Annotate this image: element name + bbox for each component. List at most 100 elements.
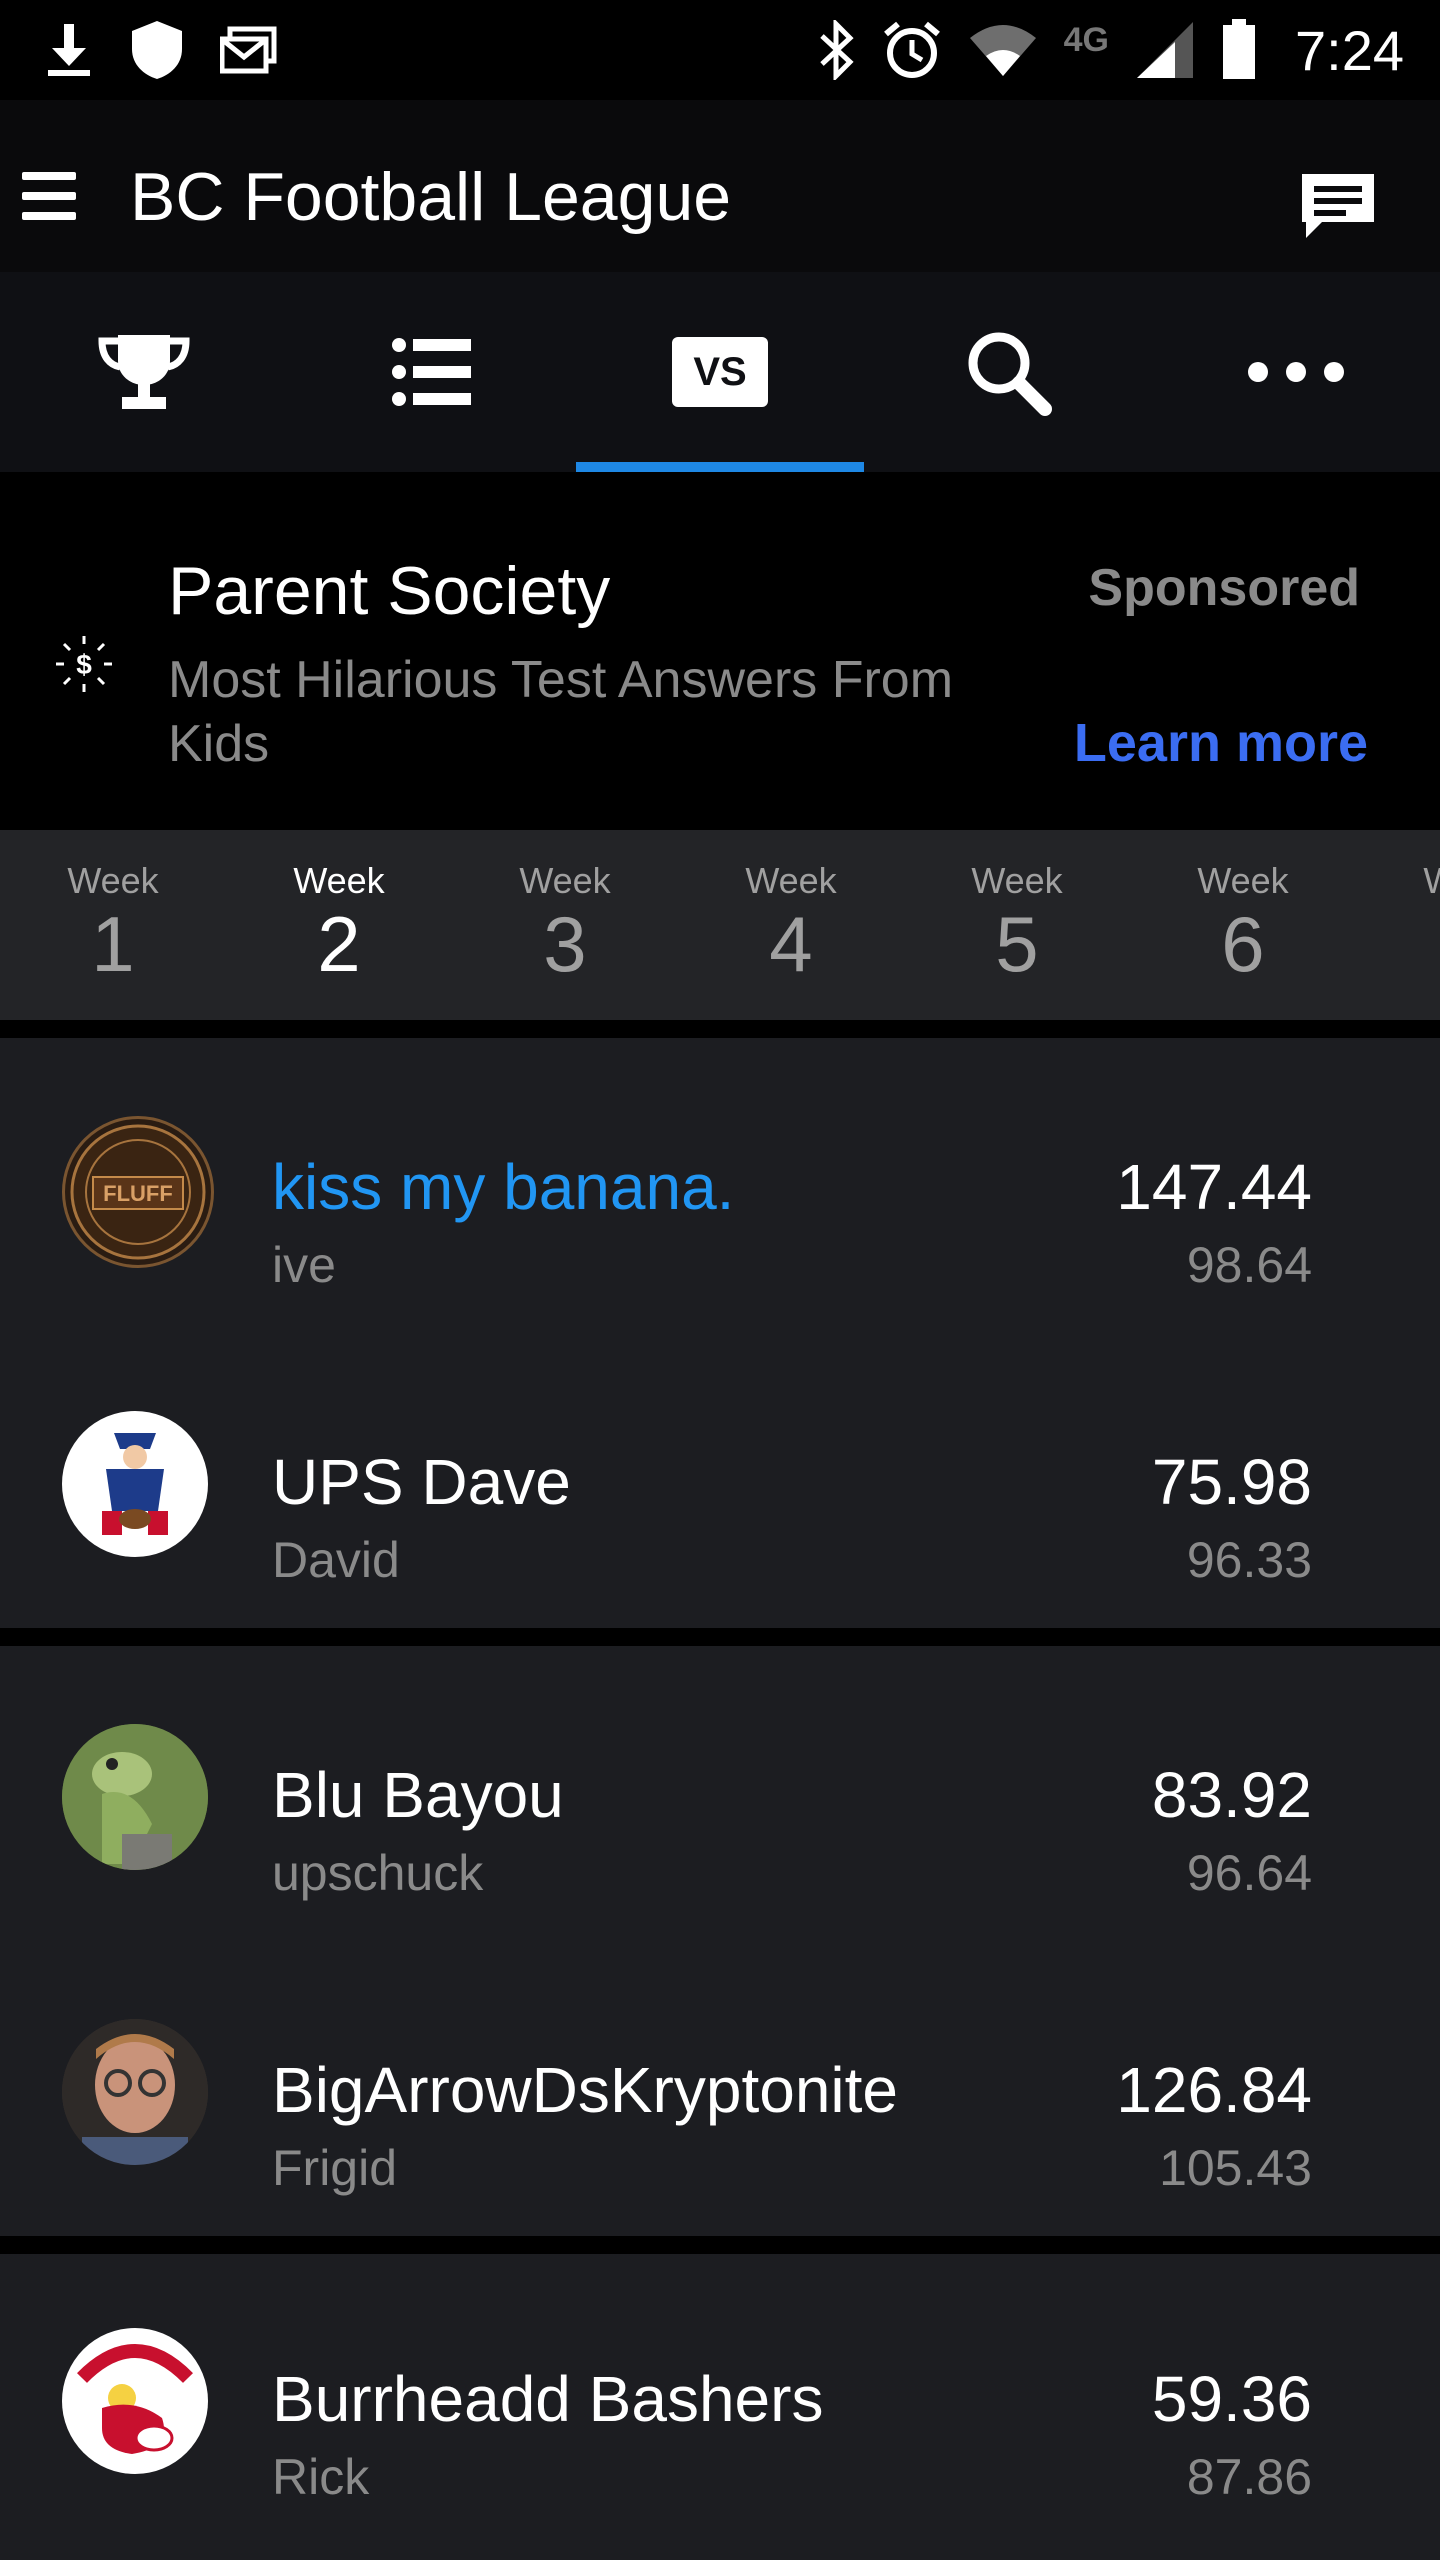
matchup-card[interactable]: Burrheadd Bashers Rick 59.36 87.86 (0, 2254, 1440, 2560)
signal-icon (1137, 22, 1193, 78)
ad-learn-more-link[interactable]: Learn more (1074, 712, 1368, 774)
mail-icon (220, 26, 277, 74)
trophy-icon (98, 335, 190, 409)
ad-sponsored-label: Sponsored (1088, 559, 1360, 617)
team-row[interactable]: BigArrowDsKryptonite Frigid 126.84 105.4… (0, 1941, 1440, 2236)
team-score: 75.98 (1151, 1446, 1312, 1518)
team-owner: Frigid (272, 2140, 398, 2196)
week-label: Week (745, 860, 837, 901)
ad-description: Most Hilarious Test Answers From Kids (168, 651, 954, 773)
chat-button[interactable] (1298, 170, 1378, 249)
week-label: Week (1379, 860, 1440, 902)
week-7-button[interactable]: Week 7 (1379, 860, 1440, 986)
team-name: UPS Dave (272, 1446, 571, 1518)
chat-icon (1302, 174, 1374, 238)
download-icon (48, 24, 90, 76)
week-label: Week (971, 860, 1063, 901)
vs-icon: VS (672, 337, 768, 407)
fluff-logo-icon: FLUFF (70, 1124, 206, 1260)
team-owner: Rick (272, 2449, 370, 2505)
patriots-logo-icon (63, 1412, 207, 1556)
divider (0, 1628, 1440, 1646)
bashers-logo-icon (63, 2329, 207, 2473)
person-photo-avatar (62, 2019, 208, 2165)
week-label: Week (519, 860, 611, 901)
sponsor-logo-icon: $ (56, 636, 112, 692)
week-label: Week (67, 860, 159, 901)
wifi-icon (969, 25, 1036, 76)
team-name: BigArrowDsKryptonite (272, 2054, 898, 2126)
week-number: 6 (1221, 900, 1265, 988)
more-icon (1248, 362, 1344, 382)
week-number: 1 (91, 900, 135, 988)
active-tab-indicator (576, 462, 864, 472)
team-name: Blu Bayou (272, 1759, 564, 1831)
team-owner: upschuck (272, 1845, 484, 1901)
week-label: Week (293, 860, 385, 901)
week-1-button[interactable]: Week 1 (23, 860, 203, 986)
week-3-button[interactable]: Week 3 (475, 860, 655, 986)
week-number: 2 (317, 900, 361, 988)
tab-matchup[interactable]: VS (576, 272, 864, 472)
patriots-logo-avatar (62, 1411, 208, 1557)
week-number: 3 (543, 900, 587, 988)
search-icon (968, 332, 1052, 416)
vs-label: VS (693, 349, 747, 394)
team-score: 59.36 (1151, 2363, 1312, 2435)
team-row[interactable]: Burrheadd Bashers Rick 59.36 87.86 (0, 2254, 1440, 2549)
team-owner: David (272, 1532, 400, 1588)
fluff-logo-avatar: FLUFF (62, 1116, 214, 1268)
battery-icon (1223, 19, 1255, 79)
ad-title: Parent Society (168, 553, 611, 629)
menu-icon[interactable] (22, 172, 78, 220)
app-bar: BC Football League (0, 100, 1440, 300)
team-name: kiss my banana. (272, 1151, 735, 1223)
bluetooth-icon (819, 20, 854, 80)
week-4-button[interactable]: Week 4 (701, 860, 881, 986)
sponsored-ad[interactable]: $ Parent Society Most Hilarious Test Ans… (0, 500, 1440, 830)
team-projected-score: 98.64 (1186, 1237, 1312, 1293)
tab-search[interactable] (864, 272, 1152, 472)
team-score: 147.44 (1116, 1151, 1312, 1223)
team-projected-score: 96.33 (1186, 1532, 1312, 1588)
alarm-icon (883, 21, 940, 78)
team-row[interactable]: UPS Dave David 75.98 96.33 (0, 1333, 1440, 1628)
week-number: 5 (995, 900, 1039, 988)
team-owner: ive (272, 1237, 336, 1293)
team-projected-score: 105.43 (1159, 2140, 1312, 2196)
svg-text:$: $ (76, 649, 92, 680)
frog-photo-icon (62, 1724, 208, 1870)
team-score: 126.84 (1116, 2054, 1312, 2126)
week-6-button[interactable]: Week 6 (1153, 860, 1333, 986)
week-selector[interactable]: Week 1 Week 2 Week 3 Week 4 Week 5 Week … (0, 830, 1440, 1020)
team-score: 83.92 (1151, 1759, 1312, 1831)
network-type-label: 4G (1063, 20, 1109, 59)
tab-bar: VS (0, 272, 1440, 472)
tab-roster[interactable] (288, 272, 576, 472)
svg-text:FLUFF: FLUFF (103, 1181, 173, 1206)
tab-more[interactable] (1152, 272, 1440, 472)
week-number: 4 (769, 900, 813, 988)
page-title: BC Football League (130, 159, 732, 235)
person-photo-icon (62, 2019, 208, 2165)
team-name: Burrheadd Bashers (272, 2363, 824, 2435)
shield-icon (132, 21, 182, 79)
week-2-button[interactable]: Week 2 (249, 860, 429, 986)
status-time: 7:24 (1295, 18, 1404, 82)
team-row[interactable]: Blu Bayou upschuck 83.92 96.64 (0, 1646, 1440, 1941)
team-projected-score: 87.86 (1186, 2449, 1312, 2505)
matchup-card[interactable]: Blu Bayou upschuck 83.92 96.64 BigArrowD… (0, 1646, 1440, 2236)
week-number: 7 (1379, 902, 1440, 986)
team-projected-score: 96.64 (1186, 1845, 1312, 1901)
frog-photo-avatar (62, 1724, 208, 1870)
week-5-button[interactable]: Week 5 (927, 860, 1107, 986)
bashers-logo-avatar (62, 2328, 208, 2474)
status-bar: 4G 7:24 (0, 0, 1440, 100)
team-row[interactable]: FLUFF kiss my banana. ive 147.44 98.64 (0, 1038, 1440, 1333)
list-icon (392, 338, 471, 406)
tab-standings[interactable] (0, 272, 288, 472)
week-label: Week (1197, 860, 1289, 901)
matchup-card[interactable]: FLUFF kiss my banana. ive 147.44 98.64 U… (0, 1038, 1440, 1628)
divider (0, 1020, 1440, 1038)
divider (0, 2236, 1440, 2254)
